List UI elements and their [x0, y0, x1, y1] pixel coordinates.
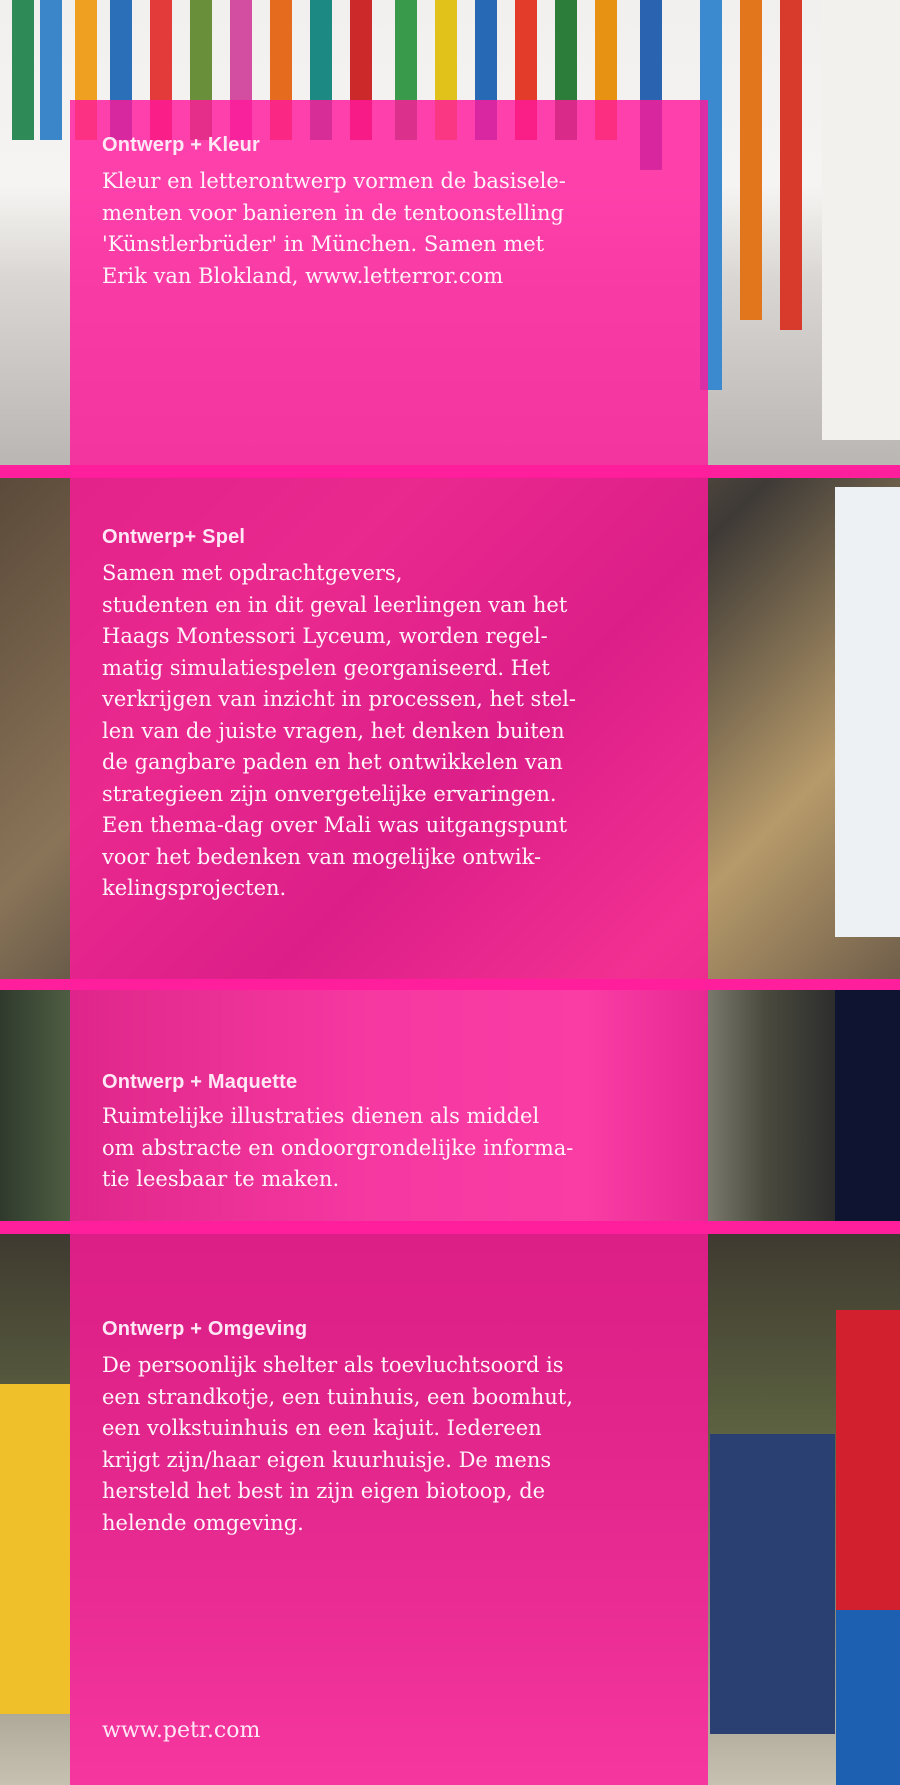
text-line: studenten en in dit geval leerlingen van…	[102, 592, 568, 617]
text-line: len van de juiste vragen, het denken bui…	[102, 718, 565, 743]
footer-url: www.petr.com	[102, 1718, 261, 1743]
text-line: Kleur en letterontwerp vormen de basisel…	[102, 169, 566, 193]
section-heading-kleur: Ontwerp + Kleur	[102, 134, 261, 156]
section-body-kleur: Kleur en letterontwerp vormen de basisel…	[102, 166, 692, 292]
section-body-maquette: Ruimtelijke illustraties dienen als midd…	[102, 1101, 692, 1196]
text-line: hersteld het best in zijn eigen biotoop,…	[102, 1479, 546, 1503]
text-line: Een thema-dag over Mali was uitgangspunt	[102, 813, 568, 837]
section-heading-maquette: Ontwerp + Maquette	[102, 1071, 298, 1093]
text-line: verkrijgen van inzicht in processen, het…	[102, 687, 577, 711]
banner-strip	[12, 0, 34, 140]
screen-panel	[835, 990, 900, 1221]
text-line: Erik van Blokland, www.letterror.com	[102, 263, 504, 288]
banner-strip	[40, 0, 62, 140]
text-line: krijgt zijn/haar eigen kuurhuisje. De me…	[102, 1447, 552, 1472]
section-body-spel: Samen met opdrachtgevers, studenten en i…	[102, 558, 692, 905]
text-line: strategieen zijn onvergetelijke ervaring…	[102, 781, 557, 806]
text-line: 'Künstlerbrüder' in München. Samen met	[102, 232, 545, 256]
blue-panel	[836, 1610, 900, 1785]
text-line: tie leesbaar te maken.	[102, 1167, 340, 1191]
text-line: matig simulatiespelen georganiseerd. Het	[102, 655, 550, 680]
section-heading-omgeving: Ontwerp + Omgeving	[102, 1318, 308, 1340]
text-line: Samen met opdrachtgevers,	[102, 561, 403, 585]
text-line: Haags Montessori Lyceum, worden regel-	[102, 624, 548, 648]
divider-line	[0, 1221, 900, 1234]
text-line: de gangbare paden en het ontwikkelen van	[102, 750, 563, 774]
screen-panel	[835, 487, 900, 937]
yellow-hut	[0, 1384, 70, 1714]
text-line: De persoonlijk shelter als toevluchtsoor…	[102, 1353, 564, 1377]
text-line: kelingsprojecten.	[102, 876, 287, 900]
text-line: een strandkotje, een tuinhuis, een boomh…	[102, 1384, 573, 1409]
text-line: voor het bedenken van mogelijke ontwik-	[102, 844, 542, 869]
banner-strip	[780, 0, 802, 330]
red-panel	[836, 1310, 900, 1610]
text-line: Ruimtelijke illustraties dienen als midd…	[102, 1104, 540, 1128]
section-body-omgeving: De persoonlijk shelter als toevluchtsoor…	[102, 1350, 692, 1539]
banner-strip	[740, 0, 762, 320]
text-line: om abstracte en ondoorgrondelijke inform…	[102, 1135, 574, 1160]
divider-line	[0, 979, 900, 990]
webpage-photo	[822, 0, 900, 440]
section-heading-spel: Ontwerp+ Spel	[102, 526, 246, 548]
text-line: een volkstuinhuis en een kajuit. Iederee…	[102, 1416, 542, 1440]
text-line: helende omgeving.	[102, 1510, 304, 1535]
blue-hut	[710, 1434, 835, 1734]
text-line: menten voor banieren in de tentoonstelli…	[102, 200, 564, 225]
